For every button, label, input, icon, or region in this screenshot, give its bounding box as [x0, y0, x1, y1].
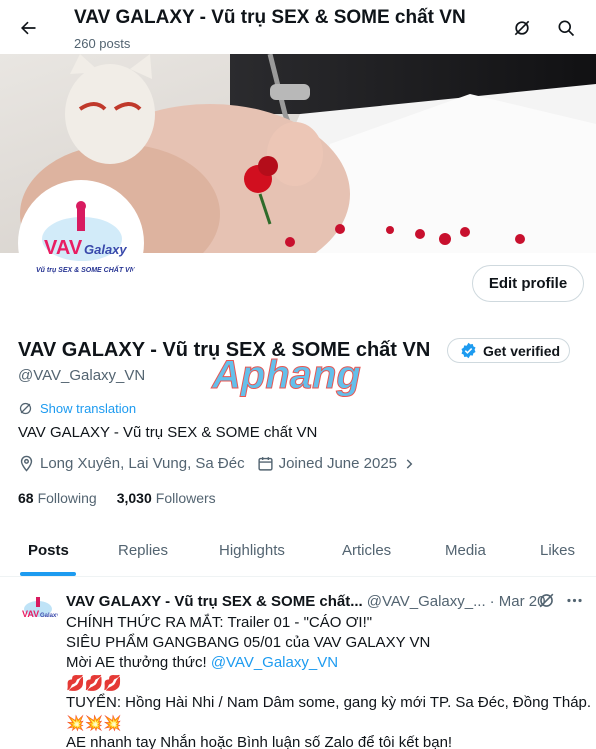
- tab-articles[interactable]: Articles: [342, 524, 391, 576]
- tab-media[interactable]: Media: [445, 524, 486, 576]
- get-verified-label: Get verified: [483, 342, 561, 359]
- followers-link[interactable]: 3,030 Followers: [117, 490, 216, 506]
- post-header: VAV GALAXY - Vũ trụ SEX & SOME chất... @…: [66, 591, 586, 611]
- profile-bio: VAV GALAXY - Vũ trụ SEX & SOME chất VN: [18, 424, 318, 441]
- post-count: 260 posts: [74, 36, 131, 51]
- post-mention-link[interactable]: @VAV_Galaxy_VN: [211, 654, 338, 671]
- show-translation-label: Show translation: [40, 401, 137, 416]
- joined-item[interactable]: Joined June 2025: [257, 455, 416, 472]
- post-text-line-3-prefix: Mời AE thưởng thức!: [66, 654, 211, 671]
- post-text-line-5: TUYỂN: Hồng Hài Nhi / Nam Dâm some, gang…: [66, 694, 592, 711]
- show-translation-link[interactable]: Show translation: [18, 401, 136, 416]
- post-item[interactable]: VAV Galaxy VAV GALAXY - Vũ trụ SEX & SOM…: [0, 577, 596, 749]
- following-count: 68: [18, 490, 34, 506]
- location-item: Long Xuyên, Lai Vung, Sa Đéc: [18, 455, 245, 472]
- search-button[interactable]: [549, 11, 583, 45]
- verified-badge-icon: [461, 342, 476, 359]
- follow-stats: 68 Following 3,030 Followers: [18, 490, 216, 506]
- post-text-line-3: Mời AE thưởng thức! @VAV_Galaxy_VN: [66, 654, 338, 671]
- tab-posts[interactable]: Posts: [28, 524, 69, 576]
- lens-off-icon: [539, 593, 554, 608]
- post-more-button[interactable]: [565, 591, 584, 615]
- svg-text:Galaxy: Galaxy: [40, 613, 58, 619]
- lens-off-icon: [514, 20, 530, 36]
- translate-icon: [19, 402, 32, 415]
- post-lens-off-button[interactable]: [537, 591, 556, 615]
- page-title: VAV GALAXY - Vũ trụ SEX & SOME chất VN: [74, 7, 466, 28]
- arrow-left-icon: [21, 21, 36, 35]
- post-text-line-1: CHÍNH THỨC RA MẮT: Trailer 01 - "CÁO ƠI!…: [66, 614, 373, 631]
- profile-handle: @VAV_Galaxy_VN: [18, 367, 146, 384]
- post-author-name[interactable]: VAV GALAXY - Vũ trụ SEX & SOME chất...: [66, 593, 363, 610]
- following-label: Following: [37, 490, 97, 506]
- chevron-right-icon: [406, 458, 413, 469]
- svg-text:Galaxy: Galaxy: [84, 242, 127, 257]
- svg-text:VAV: VAV: [44, 237, 83, 259]
- post-emoji-kiss: 💋💋💋: [66, 675, 123, 692]
- tab-highlights[interactable]: Highlights: [219, 524, 285, 576]
- edit-profile-button[interactable]: Edit profile: [472, 265, 584, 302]
- profile-tabs: Posts Replies Highlights Articles Media …: [0, 524, 596, 577]
- more-dots-icon: [567, 598, 582, 603]
- followers-label: Followers: [155, 490, 216, 506]
- post-avatar[interactable]: VAV Galaxy: [18, 591, 58, 631]
- top-bar: VAV GALAXY - Vũ trụ SEX & SOME chất VN 2…: [0, 0, 596, 54]
- followers-count: 3,030: [116, 490, 152, 506]
- back-button[interactable]: [10, 10, 46, 46]
- post-avatar-logo: VAV Galaxy: [18, 591, 58, 631]
- post-author-handle[interactable]: @VAV_Galaxy_...: [367, 593, 486, 610]
- tab-replies[interactable]: Replies: [118, 524, 168, 576]
- location-text: Long Xuyên, Lai Vung, Sa Đéc: [40, 455, 245, 472]
- svg-text:Aphang: Aphang: [211, 353, 361, 397]
- following-link[interactable]: 68 Following: [18, 490, 97, 506]
- location-pin-icon: [20, 455, 33, 472]
- search-icon: [558, 20, 575, 37]
- calendar-icon: [258, 457, 273, 471]
- post-emoji-boom: 💥💥💥: [66, 715, 123, 732]
- joined-text: Joined June 2025: [278, 455, 398, 472]
- get-verified-button[interactable]: Get verified: [447, 338, 570, 363]
- profile-meta: Long Xuyên, Lai Vung, Sa Đéc Joined June…: [18, 455, 428, 472]
- lens-off-button[interactable]: [505, 11, 539, 45]
- post-text-line-2: SIÊU PHẨM GANGBANG 05/01 của VAV GALAXY …: [66, 634, 431, 651]
- profile-avatar[interactable]: VAV Galaxy Vũ trụ SEX & SOME CHẤT VN: [18, 180, 144, 306]
- svg-text:Vũ trụ SEX & SOME CHẤT VN: Vũ trụ SEX & SOME CHẤT VN: [36, 265, 136, 274]
- active-tab-indicator: [20, 572, 76, 576]
- post-text-line-7: AE nhanh tay Nhắn hoặc Bình luận số Zalo…: [66, 734, 453, 749]
- svg-text:VAV: VAV: [22, 609, 39, 619]
- vav-galaxy-logo: VAV Galaxy Vũ trụ SEX & SOME CHẤT VN: [22, 184, 140, 302]
- watermark-logo: Aphang: [211, 353, 362, 398]
- tab-likes[interactable]: Likes: [540, 524, 575, 576]
